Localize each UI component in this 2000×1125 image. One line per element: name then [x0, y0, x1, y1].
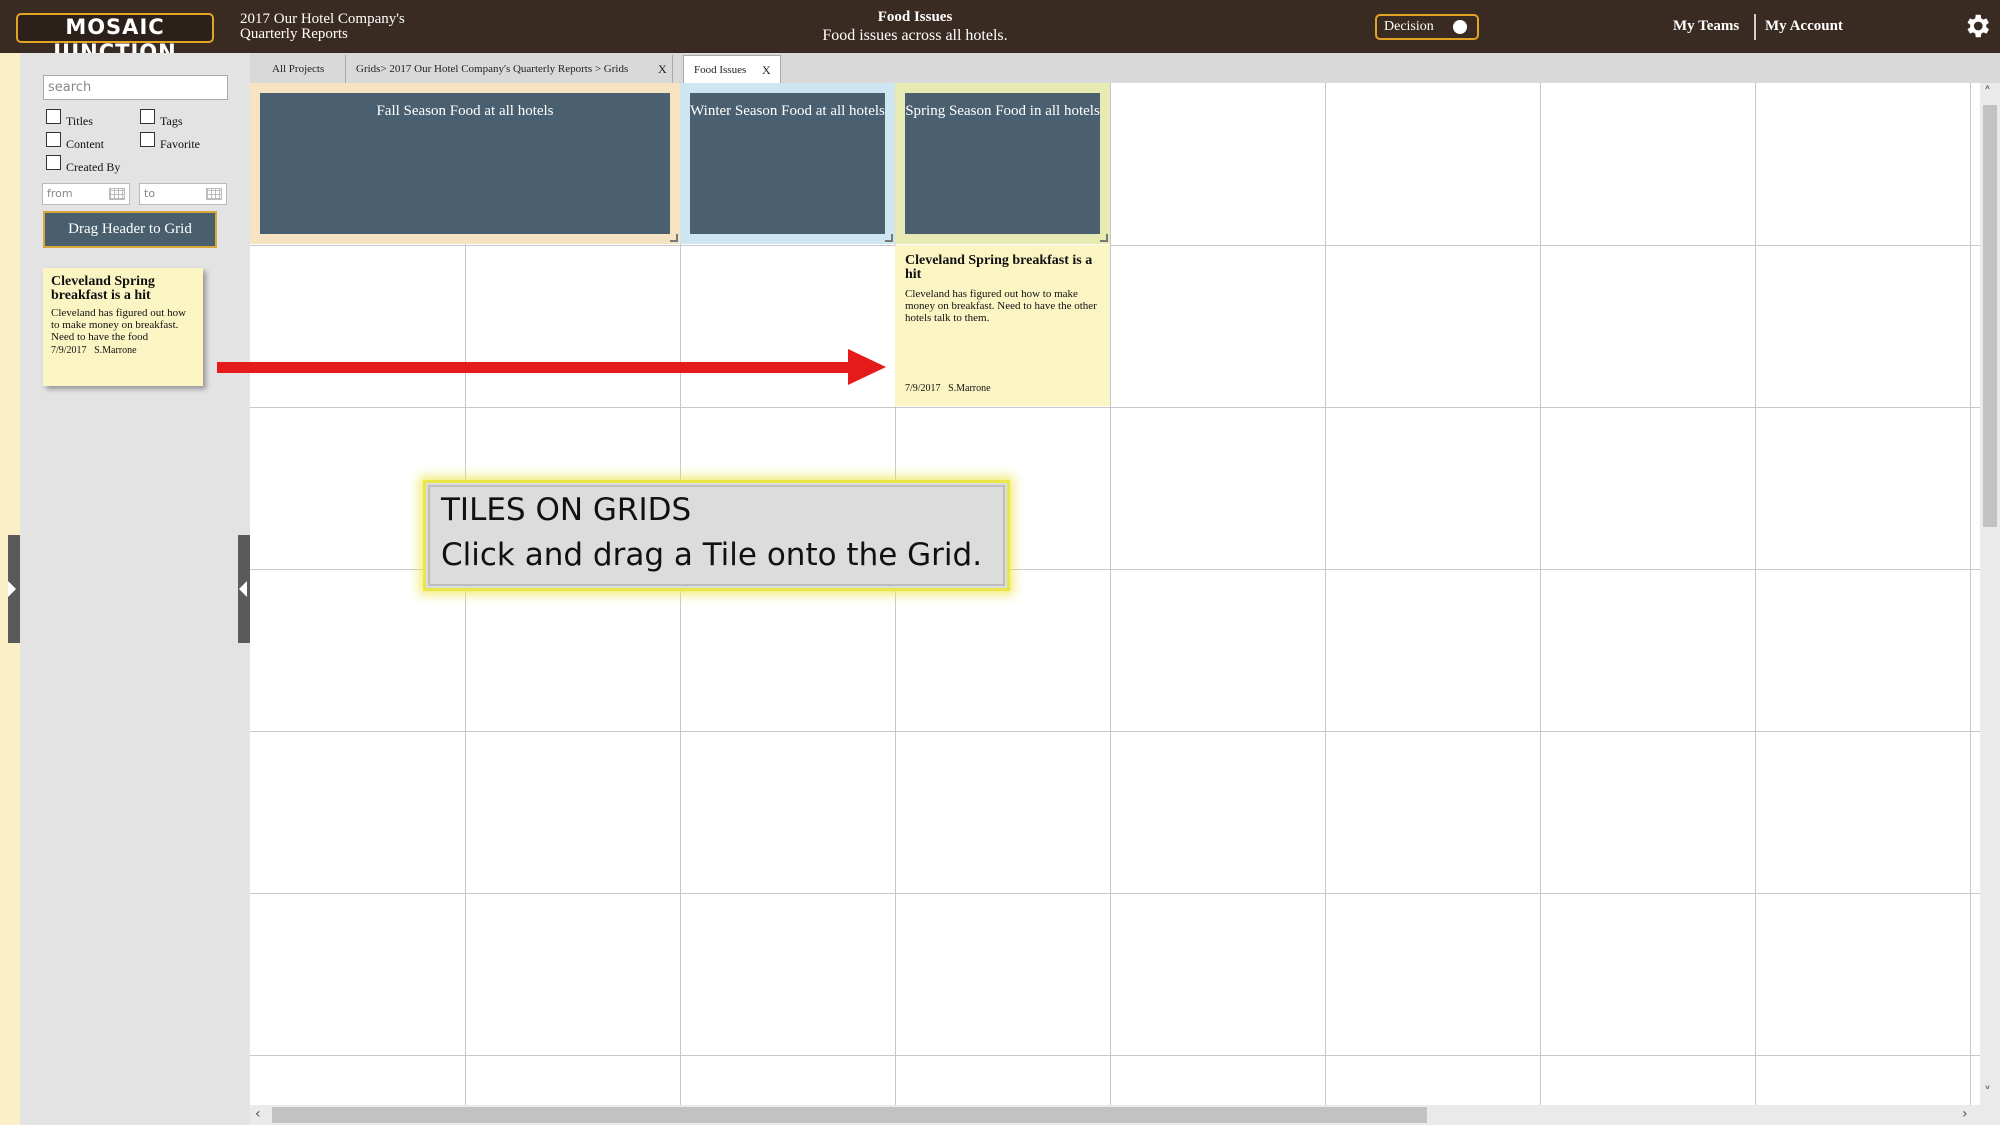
annotation-arrow-head [848, 349, 886, 385]
grid[interactable]: Fall Season Food at all hotels Winter Se… [250, 83, 1980, 1105]
tile-meta: 7/9/2017 S.Marrone [905, 383, 991, 394]
callout-title: TILES ON GRIDS [441, 492, 692, 528]
vertical-scroll-thumb[interactable] [1983, 105, 1997, 527]
favorite-label: Favorite [160, 137, 200, 151]
nav-divider [1754, 14, 1756, 40]
tile-title: Cleveland Spring breakfast is a hit [905, 253, 1093, 282]
top-bar: MOSAIC JUNCTION 2017 Our Hotel Company's… [0, 0, 2000, 64]
column-header-label: Spring Season Food in all hotels [905, 93, 1100, 234]
drag-header-to-grid-button[interactable]: Drag Header to Grid [43, 211, 217, 248]
date-from-field[interactable]: from [42, 183, 130, 205]
column-header-fall[interactable]: Fall Season Food at all hotels [250, 83, 680, 244]
resize-handle-icon[interactable] [670, 234, 678, 242]
tile-author: S.Marrone [94, 345, 137, 356]
close-icon[interactable]: X [762, 56, 771, 84]
tags-checkbox[interactable] [140, 109, 155, 124]
grid-line [250, 893, 1980, 894]
search-input[interactable] [43, 75, 228, 100]
grid-line [1540, 83, 1541, 1105]
content-checkbox[interactable] [46, 132, 61, 147]
gear-icon[interactable] [1962, 11, 1992, 41]
grid-line [250, 1055, 1980, 1056]
created-by-label: Created By [66, 160, 121, 174]
grid-line [250, 407, 1980, 408]
arrow-left-icon [239, 581, 247, 597]
tutorial-callout: TILES ON GRIDS Click and drag a Tile ont… [423, 480, 1010, 591]
my-account-link[interactable]: My Account [1765, 18, 1843, 35]
resize-handle-icon[interactable] [885, 234, 893, 242]
tile-body: Cleveland has figured out how to make mo… [905, 288, 1097, 324]
column-header-winter[interactable]: Winter Season Food at all hotels [680, 83, 895, 244]
column-header-spring[interactable]: Spring Season Food in all hotels [895, 83, 1110, 244]
arrow-right-icon [8, 581, 16, 597]
decision-label: Decision [1384, 19, 1434, 34]
decision-toggle[interactable]: Decision [1375, 14, 1479, 40]
horizontal-scroll-thumb[interactable] [272, 1107, 1427, 1123]
breadcrumb[interactable]: Grids> 2017 Our Hotel Company's Quarterl… [356, 63, 628, 75]
tile-date: 7/9/2017 [51, 345, 87, 356]
page-heading: Food Issues Food issues across all hotel… [760, 8, 1070, 46]
sidebar-tile[interactable]: Cleveland Spring breakfast is a hit Clev… [43, 268, 203, 386]
my-teams-link[interactable]: My Teams [1673, 18, 1739, 35]
grid-line [1755, 83, 1756, 1105]
titles-checkbox[interactable] [46, 109, 61, 124]
grid-line [1110, 83, 1111, 1105]
tile-body: Cleveland has figured out how to make mo… [51, 307, 187, 343]
grid-line [250, 245, 1980, 246]
close-icon[interactable]: X [658, 55, 667, 83]
grid-tile[interactable]: Cleveland Spring breakfast is a hit Clev… [895, 245, 1110, 406]
date-to-placeholder: to [144, 187, 156, 200]
tile-date: 7/9/2017 [905, 383, 941, 394]
scroll-right-icon[interactable]: › [1962, 1106, 1968, 1122]
date-from-placeholder: from [47, 187, 73, 200]
page-title: Food Issues [877, 9, 953, 25]
tile-title: Cleveland Spring breakfast is a hit [51, 274, 155, 303]
scroll-up-icon[interactable]: ˄ [1984, 85, 1991, 101]
calendar-icon[interactable] [109, 188, 125, 200]
tab-all-projects[interactable]: All Projects [262, 55, 346, 83]
project-title[interactable]: 2017 Our Hotel Company's Quarterly Repor… [240, 12, 440, 42]
grid-line [250, 731, 1980, 732]
calendar-icon[interactable] [206, 188, 222, 200]
tile-meta: 7/9/2017 S.Marrone [51, 345, 195, 356]
tile-author: S.Marrone [948, 383, 991, 394]
callout-text: Click and drag a Tile onto the Grid. [441, 537, 983, 573]
date-to-field[interactable]: to [139, 183, 227, 205]
scroll-left-icon[interactable]: ‹ [255, 1106, 261, 1122]
resize-handle-icon[interactable] [1100, 234, 1108, 242]
toggle-knob [1453, 20, 1467, 34]
column-header-label: Fall Season Food at all hotels [260, 93, 670, 234]
app-logo[interactable]: MOSAIC JUNCTION [16, 13, 214, 64]
created-by-checkbox[interactable] [46, 155, 61, 170]
favorite-checkbox[interactable] [140, 132, 155, 147]
tab-food-issues[interactable]: Food Issues X [683, 55, 781, 83]
grid-line [1970, 83, 1971, 1105]
tags-label: Tags [160, 114, 183, 128]
tab-food-issues-label: Food Issues [694, 64, 747, 76]
page-subtitle: Food issues across all hotels. [822, 27, 1008, 44]
titles-label: Titles [66, 114, 93, 128]
annotation-arrow-shaft [217, 362, 853, 373]
content-label: Content [66, 137, 104, 151]
column-header-label: Winter Season Food at all hotels [690, 93, 885, 234]
scroll-down-icon[interactable]: ˅ [1984, 1085, 1991, 1101]
grid-line [1325, 83, 1326, 1105]
tab-breadcrumb[interactable]: Grids> 2017 Our Hotel Company's Quarterl… [346, 55, 673, 83]
